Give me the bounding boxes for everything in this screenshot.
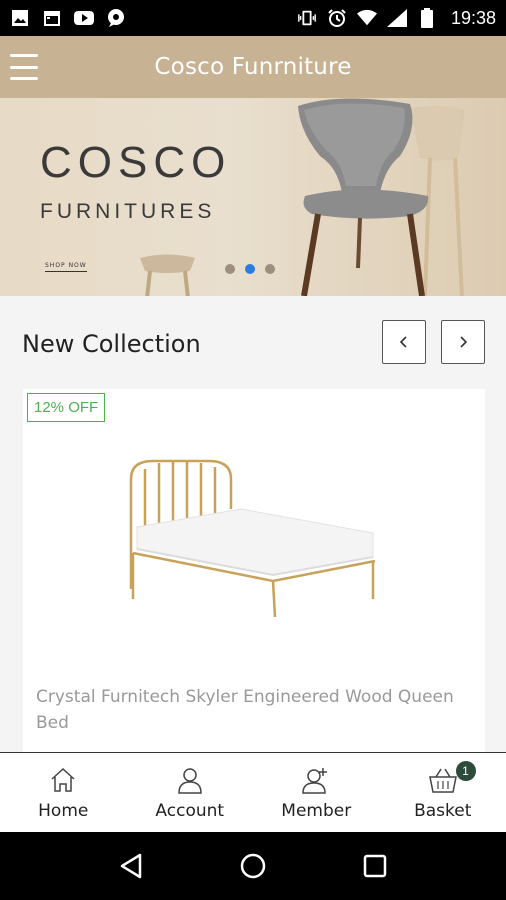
battery-icon: [417, 8, 437, 28]
account-icon: [177, 767, 202, 794]
image-icon: [10, 8, 30, 28]
back-icon: [120, 853, 142, 879]
banner-subtitle: FURNITURES: [40, 200, 216, 223]
carousel-dot[interactable]: [265, 264, 275, 274]
notification-icon: [106, 8, 126, 28]
basket-icon: [428, 768, 457, 793]
vibrate-icon: [297, 8, 317, 28]
chair-image: [298, 98, 465, 296]
tab-label: Basket: [414, 800, 472, 821]
wifi-icon: [356, 8, 377, 28]
next-button[interactable]: [441, 320, 485, 364]
content-area: New Collection 12% OFF Crystal Furnitech…: [0, 296, 506, 769]
banner-title: COSCO: [40, 138, 232, 187]
tab-home[interactable]: Home: [0, 753, 127, 832]
carousel-dot-active[interactable]: [245, 264, 255, 274]
circle-home-icon: [240, 853, 266, 879]
bottom-nav: Home Account Member Basket 1: [0, 752, 506, 832]
status-bar: 19:38: [0, 0, 506, 36]
discount-badge: 12% OFF: [27, 393, 106, 422]
carousel-dots: [225, 264, 275, 274]
tab-label: Account: [155, 800, 225, 821]
tab-label: Home: [38, 800, 89, 821]
chevron-left-icon: [399, 336, 407, 348]
system-nav-bar: [0, 832, 506, 900]
chevron-right-icon: [460, 336, 468, 348]
product-card[interactable]: 12% OFF Crystal Furnitech Skyler Enginee…: [23, 389, 485, 769]
recents-button[interactable]: [360, 851, 390, 881]
back-button[interactable]: [116, 851, 146, 881]
menu-icon[interactable]: [10, 54, 38, 80]
calendar-icon: [42, 8, 62, 28]
carousel-dot[interactable]: [225, 264, 235, 274]
add-member-icon: [302, 767, 328, 794]
basket-count-badge: 1: [455, 761, 476, 781]
promo-banner[interactable]: COSCO FURNITURES SHOP NOW: [0, 98, 506, 296]
tab-member[interactable]: Member: [253, 753, 380, 832]
home-system-button[interactable]: [238, 851, 268, 881]
alarm-icon: [327, 8, 347, 28]
app-bar: Cosco Funrniture: [0, 36, 506, 98]
section-title: New Collection: [22, 330, 201, 358]
tab-label: Member: [281, 800, 352, 821]
product-name[interactable]: Crystal Furnitech Skyler Engineered Wood…: [36, 684, 466, 736]
stool-image: [140, 254, 195, 296]
tab-basket[interactable]: Basket 1: [380, 753, 506, 832]
youtube-icon: [74, 8, 94, 28]
bed-image: [129, 459, 376, 618]
prev-button[interactable]: [382, 320, 426, 364]
signal-icon: [386, 8, 407, 28]
home-icon: [51, 767, 75, 792]
tab-account[interactable]: Account: [127, 753, 254, 832]
app-title: Cosco Funrniture: [154, 54, 352, 80]
square-recents-icon: [363, 854, 387, 878]
status-time: 19:38: [450, 7, 496, 28]
shop-now-link[interactable]: SHOP NOW: [45, 262, 87, 272]
